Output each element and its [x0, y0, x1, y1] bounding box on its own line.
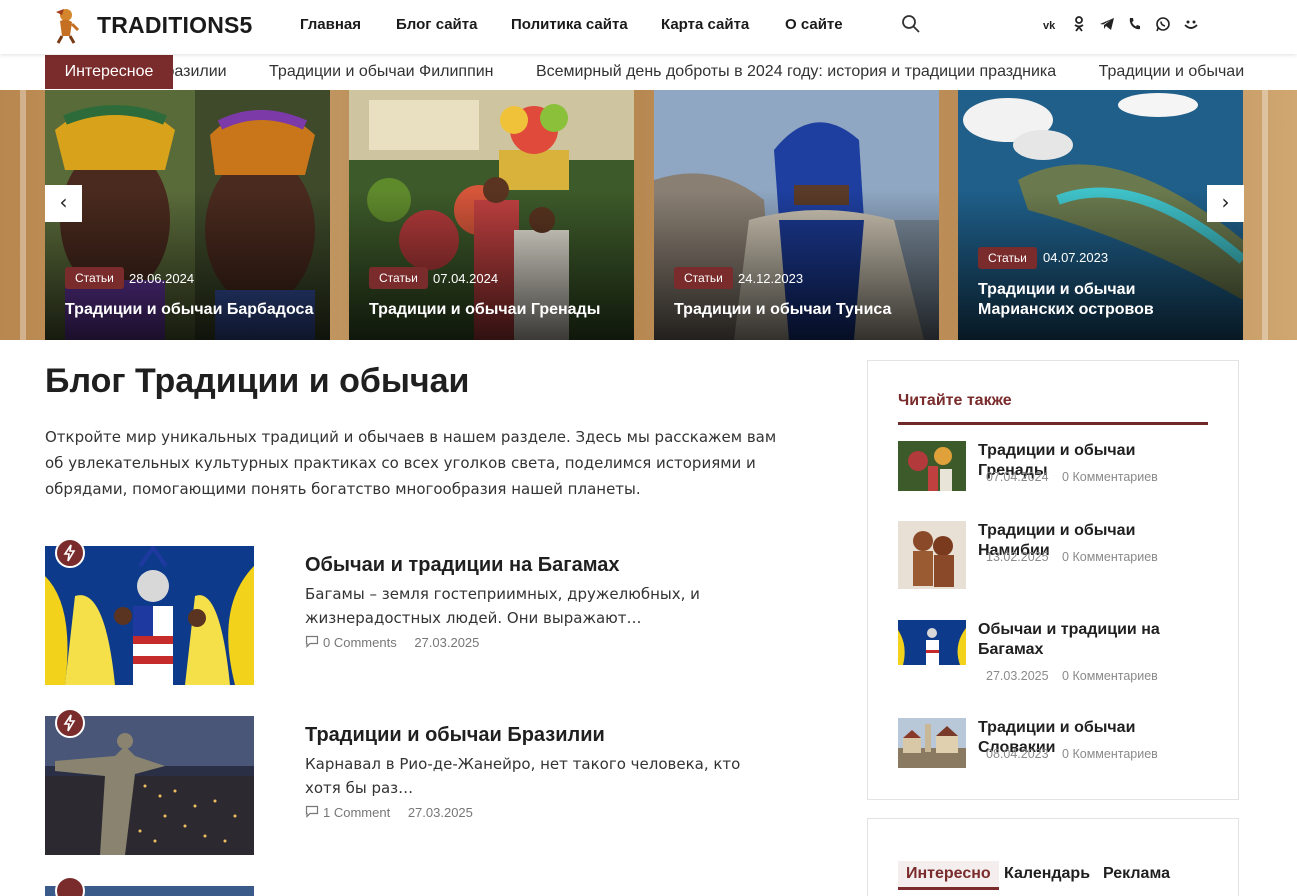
slide-card[interactable]: Статьи 04.07.2023 Традиции и обычаи Мари…	[958, 90, 1243, 340]
category-badge[interactable]: Статьи	[369, 267, 428, 289]
comment-icon	[305, 805, 319, 818]
related-item: Традиции и обычаи Гренады 07.04.2024 0 К…	[898, 441, 1210, 511]
related-meta: 13.02.2025 0 Комментариев	[986, 550, 1158, 564]
category-badge[interactable]: Статьи	[674, 267, 733, 289]
related-item: Традиции и обычаи Словакии 08.04.2023 0 …	[898, 718, 1210, 788]
nav-item-sitemap[interactable]: Карта сайта	[661, 16, 749, 33]
widget-divider	[898, 422, 1208, 425]
whatsapp-icon[interactable]	[1154, 15, 1172, 33]
ticker-item[interactable]: Всемирный день доброты в 2024 году: исто…	[536, 63, 1056, 80]
wood-texture	[20, 90, 26, 340]
ticker-label: Интересное	[45, 55, 173, 89]
slide-card[interactable]: Статьи 24.12.2023 Традиции и обычаи Туни…	[654, 90, 939, 340]
post-meta: 1 Comment 27.03.2025	[305, 805, 473, 820]
slider-next-button[interactable]: ›	[1207, 185, 1244, 222]
ticker-item[interactable]: Традиции и обычаи Барбадоса	[1099, 63, 1245, 80]
post-excerpt: Багамы – земля гостеприимных, дружелюбны…	[305, 585, 700, 627]
related-item: Традиции и обычаи Намибии 13.02.2025 0 К…	[898, 521, 1210, 591]
related-meta: 27.03.2025 0 Комментариев	[986, 669, 1158, 683]
slide-title[interactable]: Традиции и обычаи Марианских островов	[978, 280, 1233, 320]
post-title[interactable]: Традиции и обычаи Бразилии	[305, 724, 605, 747]
featured-slider: Статьи 28.06.2024 Традиции и обычаи Барб…	[0, 90, 1297, 340]
related-date: 07.04.2024	[986, 470, 1049, 484]
intro-text: Откройте мир уникальных традиций и обыча…	[45, 428, 777, 498]
post-date: 27.03.2025	[407, 805, 473, 820]
related-title[interactable]: Обычаи и традиции на Багамах	[978, 620, 1208, 660]
slide-title[interactable]: Традиции и обычаи Гренады	[369, 300, 624, 320]
slide-card[interactable]: Статьи 28.06.2024 Традиции и обычаи Барб…	[45, 90, 330, 340]
post-card: Обычаи и традиции на Багамах Багамы – зе…	[45, 538, 785, 686]
nav-item-about[interactable]: О сайте	[785, 16, 843, 33]
comments-link[interactable]: 0 Comments	[323, 635, 397, 650]
related-comments[interactable]: 0 Комментариев	[1062, 470, 1158, 484]
slide-date: 04.07.2023	[1043, 250, 1109, 265]
site-header: TRADITIONS5 Главная Блог сайта Политика …	[0, 0, 1297, 54]
related-meta: 07.04.2024 0 Комментариев	[986, 470, 1158, 484]
slide-card[interactable]: Статьи 07.04.2024 Традиции и обычаи Грен…	[349, 90, 634, 340]
slide-title[interactable]: Традиции и обычаи Барбадоса	[65, 300, 320, 320]
tab-interesting[interactable]: Интересно	[898, 861, 999, 890]
search-icon[interactable]	[900, 13, 922, 35]
post-meta: 0 Comments 27.03.2025	[305, 635, 479, 650]
category-badge[interactable]: Статьи	[978, 247, 1037, 269]
related-comments[interactable]: 0 Комментариев	[1062, 669, 1158, 683]
ticker-items: Традиции и обычаи Бразилии Традиции и об…	[45, 63, 1245, 81]
news-ticker: Интересное Традиции и обычаи Бразилии Тр…	[0, 54, 1297, 90]
post-card	[45, 876, 785, 896]
category-badge[interactable]: Статьи	[65, 267, 124, 289]
ticker-track: Традиции и обычаи Бразилии Традиции и об…	[45, 54, 1245, 90]
related-date: 08.04.2023	[986, 747, 1049, 761]
slide-date: 28.06.2024	[129, 271, 195, 286]
post-excerpt: Карнавал в Рио-де-Жанейро, нет такого че…	[305, 755, 741, 797]
related-date: 13.02.2025	[986, 550, 1049, 564]
related-thumbnail[interactable]	[898, 718, 966, 768]
svg-text:vk: vk	[1043, 20, 1056, 32]
tab-calendar[interactable]: Календарь	[996, 861, 1098, 887]
page-title: Блог Традиции и обычаи	[45, 362, 470, 400]
nav-item-policy[interactable]: Политика сайта	[511, 16, 628, 33]
ticker-item[interactable]: Традиции и обычаи Филиппин	[269, 63, 493, 80]
telegram-icon[interactable]	[1098, 15, 1116, 33]
comment-icon	[305, 635, 319, 648]
related-thumbnail[interactable]	[898, 521, 966, 589]
widget-title: Читайте также	[898, 392, 1012, 409]
vk-icon[interactable]: vk	[1042, 15, 1060, 33]
related-comments[interactable]: 0 Комментариев	[1062, 747, 1158, 761]
related-date: 27.03.2025	[986, 669, 1049, 683]
post-date: 27.03.2025	[414, 635, 480, 650]
related-thumbnail[interactable]	[898, 441, 966, 491]
slide-title[interactable]: Традиции и обычаи Туниса	[674, 300, 929, 320]
site-logo-text[interactable]: TRADITIONS5	[97, 12, 253, 39]
bolt-icon	[55, 876, 85, 896]
mail-icon[interactable]	[1182, 15, 1200, 33]
tabs-widget: Интересно Календарь Реклама	[867, 818, 1239, 896]
comments-link[interactable]: 1 Comment	[323, 805, 390, 820]
nav-item-blog[interactable]: Блог сайта	[396, 16, 477, 33]
post-title[interactable]: Обычаи и традиции на Багамах	[305, 554, 619, 577]
wood-texture	[1262, 90, 1268, 340]
nav-item-home[interactable]: Главная	[300, 16, 361, 33]
post-card: Традиции и обычаи Бразилии Карнавал в Ри…	[45, 708, 785, 856]
bolt-icon	[55, 708, 85, 738]
related-thumbnail[interactable]	[898, 620, 966, 665]
odnoklassniki-icon[interactable]	[1070, 15, 1088, 33]
related-meta: 08.04.2023 0 Комментариев	[986, 747, 1158, 761]
slide-date: 07.04.2024	[433, 271, 499, 286]
related-item: Обычаи и традиции на Багамах 27.03.2025 …	[898, 620, 1210, 690]
tab-ads[interactable]: Реклама	[1095, 861, 1178, 887]
related-comments[interactable]: 0 Комментариев	[1062, 550, 1158, 564]
bolt-icon	[55, 538, 85, 568]
read-also-widget: Читайте также Традиции и обычаи Гренады …	[867, 360, 1239, 800]
logo-icon[interactable]	[50, 6, 80, 44]
slide-date: 24.12.2023	[738, 271, 804, 286]
slider-prev-button[interactable]: ‹	[45, 185, 82, 222]
viber-icon[interactable]	[1126, 15, 1144, 33]
